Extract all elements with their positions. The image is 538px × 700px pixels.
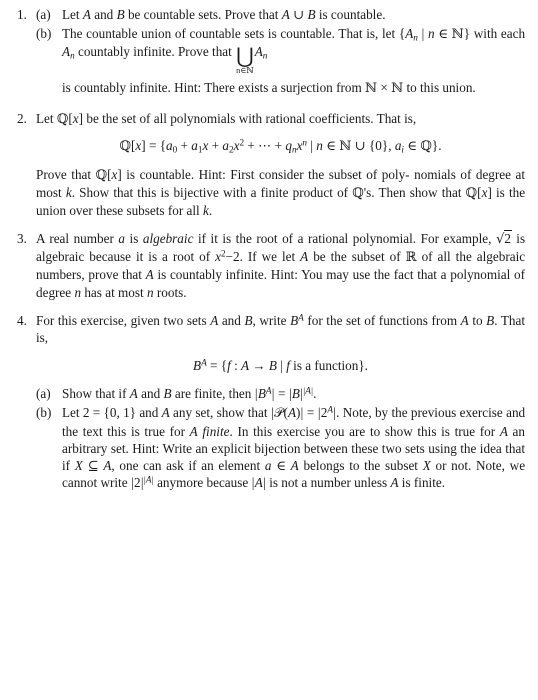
math-var-n: n bbox=[427, 26, 435, 42]
problem-number: 1. bbox=[17, 7, 27, 22]
math-set-naturals: ℕ bbox=[451, 27, 464, 43]
subproblem-4a: (a) Show that if A and B are finite, the… bbox=[36, 385, 525, 402]
problem-number: 4. bbox=[17, 312, 27, 328]
math-var-A: A bbox=[62, 44, 71, 60]
math-powerset-symbol: 𝒫 bbox=[274, 406, 284, 422]
math-var-f: f bbox=[227, 358, 231, 374]
paragraph: is countably infinite. Hint: There exist… bbox=[62, 80, 476, 97]
subproblem-label: (b) bbox=[36, 405, 52, 421]
math-op-arrow: → bbox=[252, 358, 266, 374]
big-union-operator: ⋃ n∈ℕ bbox=[236, 43, 254, 76]
paragraph: For this exercise, given two sets A and … bbox=[36, 312, 526, 345]
problem-item-1: 1. (a) Let A and B be countable sets. Pr… bbox=[14, 6, 525, 99]
math-two-cardinality-power: |2||A| bbox=[131, 474, 154, 490]
math-op-union: ∪ bbox=[293, 7, 305, 22]
problem-number: 3. bbox=[17, 231, 27, 247]
math-var-B: B bbox=[116, 7, 125, 22]
paragraph: A real number a is algebraic if it is th… bbox=[36, 230, 526, 300]
paragraph: Prove that ℚ[x] is countable. Hint: Firs… bbox=[36, 166, 526, 218]
paragraph: Show that if A and B are finite, then |B… bbox=[62, 385, 317, 402]
math-coefficient-a0: a bbox=[166, 138, 173, 154]
math-var-A: A bbox=[281, 7, 290, 22]
math-var-X: X bbox=[74, 457, 83, 473]
display-equation-polynomial-ring: ℚ[x] = {a0 + a1x + a2x2 + ⋯ + qnxn | n ∈… bbox=[119, 138, 442, 155]
problem-body: A real number a is algebraic if it is th… bbox=[36, 230, 525, 301]
problem-body: Let ℚ[x] be the set of all polynomials w… bbox=[36, 110, 525, 219]
problem-number: 2. bbox=[17, 111, 27, 127]
math-set-naturals: ℕ bbox=[365, 81, 378, 97]
subproblem-label: (b) bbox=[36, 26, 52, 42]
subproblem-text: The countable union of countable sets is… bbox=[62, 25, 525, 97]
subproblem-1a: (a) Let A and B be countable sets. Prove… bbox=[36, 6, 525, 23]
subproblem-text: Show that if A and B are finite, then |B… bbox=[62, 385, 525, 402]
subproblem-text: Let 2 = {0, 1} and A any set, show that … bbox=[62, 404, 525, 491]
display-equation-function-set: BA = {f : A → B | f is a function}. bbox=[193, 357, 368, 374]
math-var-a: a bbox=[118, 231, 126, 247]
math-var-A: A bbox=[254, 44, 263, 60]
emphasized-term: algebraic bbox=[142, 231, 194, 247]
problem-body: (a) Let A and B be countable sets. Prove… bbox=[36, 6, 525, 99]
math-op-in: ∈ bbox=[438, 26, 448, 42]
math-coefficient-a2: a bbox=[222, 138, 229, 154]
math-subscript-n: n bbox=[70, 50, 75, 61]
math-function-set: B bbox=[290, 312, 299, 328]
subproblem-label: (a) bbox=[36, 386, 51, 402]
problem-body: For this exercise, given two sets A and … bbox=[36, 312, 525, 493]
paragraph: Let A and B be countable sets. Prove tha… bbox=[62, 7, 386, 22]
bigcup-icon: ⋃ bbox=[236, 43, 254, 69]
subproblem-text: Let A and B be countable sets. Prove tha… bbox=[62, 6, 525, 23]
math-powerset-equation: |𝒫(A)| = |2A| bbox=[271, 404, 336, 422]
problem-item-3: 3. A real number a is algebraic if it is… bbox=[14, 230, 525, 301]
math-op-subseteq: ⊆ bbox=[87, 457, 99, 473]
subproblem-1b: (b) The countable union of countable set… bbox=[36, 25, 525, 97]
math-var-A: A bbox=[82, 7, 91, 22]
math-set-rationals: ℚ bbox=[119, 139, 131, 155]
math-set-rationals: ℚ bbox=[56, 112, 69, 128]
bigcup-limit: n∈ℕ bbox=[236, 66, 254, 76]
math-var-B: B bbox=[307, 7, 316, 22]
paragraph: The countable union of countable sets is… bbox=[62, 26, 526, 76]
math-ellipsis: ⋯ bbox=[258, 138, 272, 154]
math-coefficient-qn: q bbox=[285, 138, 292, 154]
paragraph: Let 2 = {0, 1} and A any set, show that … bbox=[62, 404, 526, 490]
math-op-times: × bbox=[380, 80, 388, 96]
document-page: 1. (a) Let A and B be countable sets. Pr… bbox=[0, 0, 538, 493]
math-subscript-n: n bbox=[413, 32, 418, 43]
subproblem-4b: (b) Let 2 = {0, 1} and A any set, show t… bbox=[36, 404, 525, 491]
emphasized-term: finite bbox=[202, 423, 230, 439]
math-coefficient-a1: a bbox=[191, 138, 198, 154]
paragraph: Let ℚ[x] be the set of all polynomials w… bbox=[36, 111, 417, 128]
math-subscript-n: n bbox=[262, 50, 268, 61]
math-cardinality-equation: |BA| = |B||A| bbox=[254, 385, 313, 402]
problem-item-2: 2. Let ℚ[x] be the set of all polynomial… bbox=[14, 110, 525, 219]
subproblem-label: (a) bbox=[36, 7, 51, 22]
math-set-reals: ℝ bbox=[405, 250, 417, 266]
math-set-naturals: ℕ bbox=[391, 81, 404, 97]
math-sqrt-2: √2 bbox=[495, 230, 512, 248]
problem-item-4: 4. For this exercise, given two sets A a… bbox=[14, 312, 525, 493]
